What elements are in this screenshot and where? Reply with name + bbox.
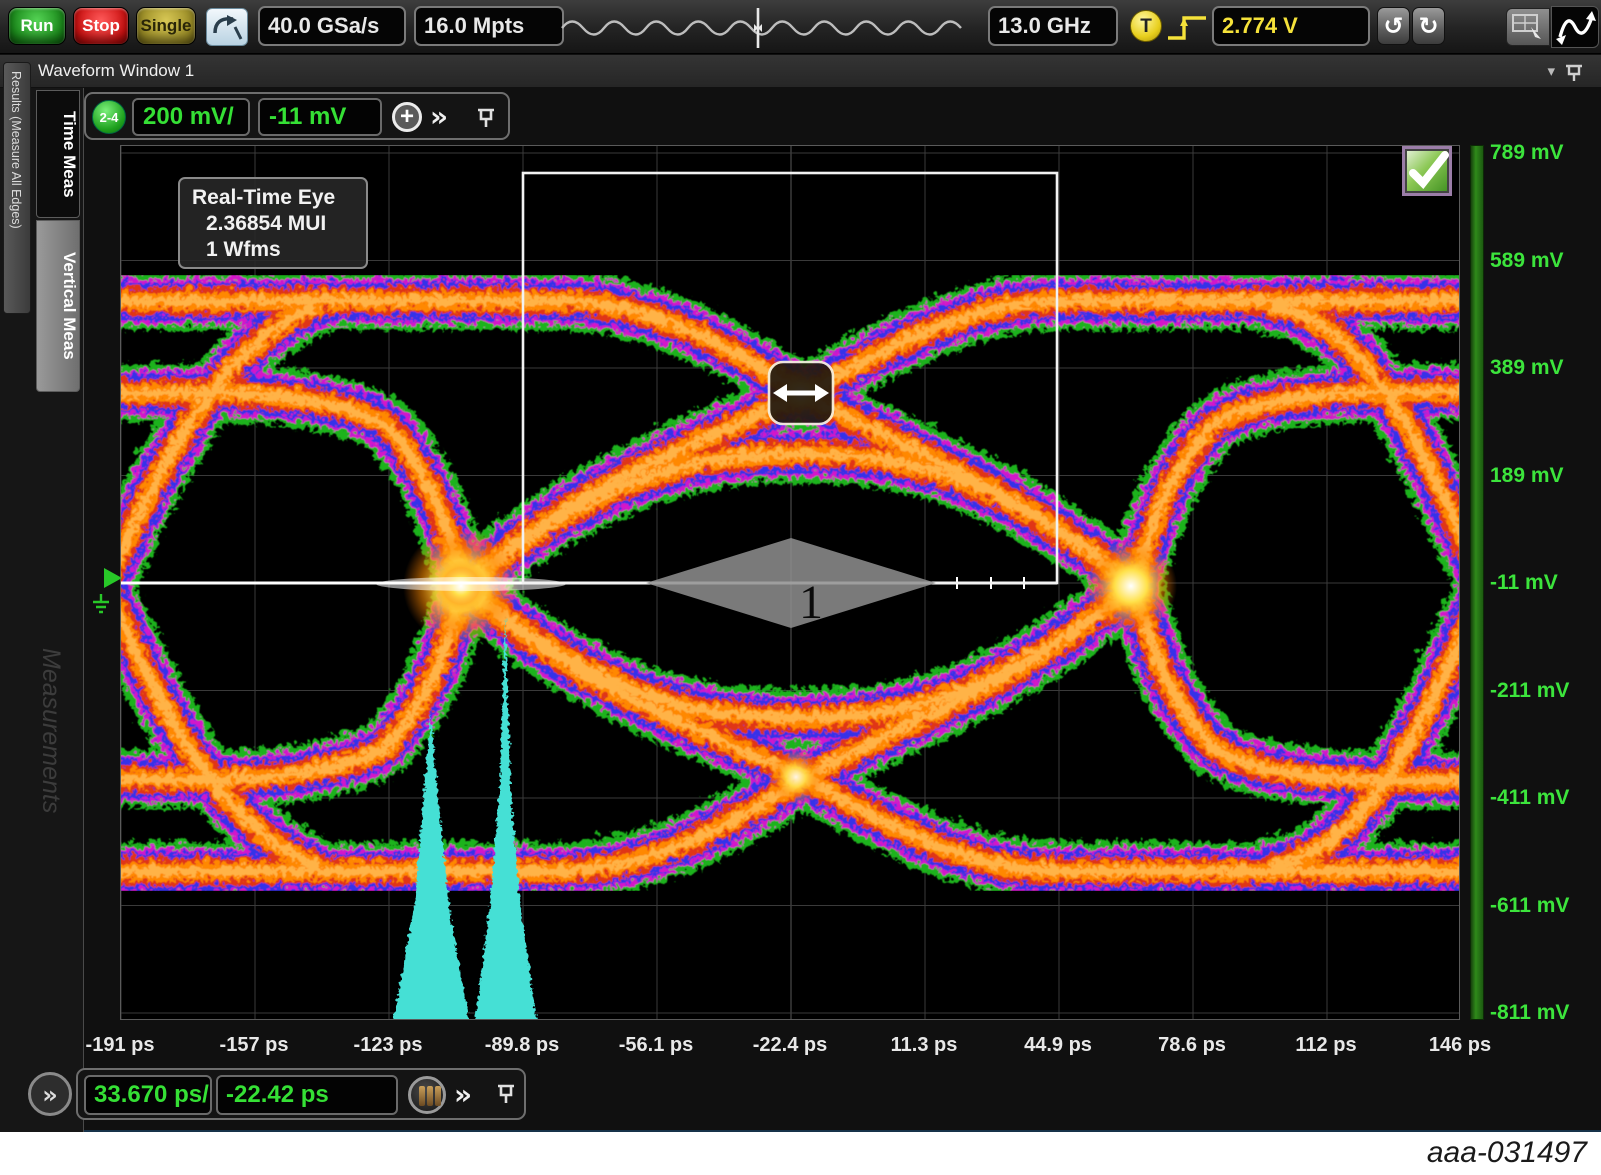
y-tick-label: 789 mV	[1490, 141, 1564, 165]
sample-rate-field[interactable]: 40.0 GSa/s	[258, 6, 406, 46]
ground-reference-icon	[88, 592, 114, 618]
eye-info-mui: 2.36854 MUI	[192, 211, 366, 237]
redo-button[interactable]: ↻	[1412, 7, 1445, 45]
horizontal-expand-button[interactable]: »	[28, 1072, 72, 1116]
y-tick-label: 189 mV	[1490, 464, 1564, 488]
x-tick-label: 78.6 ps	[1158, 1034, 1226, 1057]
horizontal-scale-group: 33.670 ps/ -22.42 ps »	[76, 1068, 526, 1120]
results-panel-tab[interactable]: Results (Measure All Edges)	[3, 62, 31, 314]
memory-depth-field[interactable]: 16.0 Mpts	[414, 6, 564, 46]
horizontal-chevron[interactable]: »	[454, 1078, 472, 1111]
add-scale-button[interactable]: +	[392, 102, 422, 132]
horizontal-knob-icon[interactable]	[408, 1076, 446, 1114]
timebase-scale-field[interactable]: 33.670 ps/	[84, 1075, 212, 1115]
x-tick-label: 112 ps	[1295, 1034, 1356, 1057]
tab-time-meas[interactable]: Time Meas	[36, 90, 80, 218]
marker-diamond[interactable]: 1	[646, 538, 936, 629]
measurements-watermark: Measurements	[36, 648, 65, 813]
undo-button[interactable]: ↺	[1377, 7, 1410, 45]
eye-diagram: 1	[121, 146, 1459, 1019]
vertical-scale-field[interactable]: 200 mV/	[132, 98, 250, 136]
channel-scale-group: 2-4 200 mV/ -11 mV + »	[84, 92, 510, 140]
y-tick-label: 589 mV	[1490, 249, 1564, 273]
oscilloscope-screen: Run Stop Single 40.0 GSa/s 16.0 Mpts 13.…	[0, 0, 1601, 1132]
y-tick-label: -811 mV	[1490, 1001, 1569, 1025]
tab-vertical-meas[interactable]: Vertical Meas	[36, 220, 80, 392]
touch-icon	[207, 9, 247, 45]
touch-toggle-button[interactable]	[206, 8, 248, 46]
trigger-badge[interactable]: T	[1130, 10, 1162, 42]
channel-badge[interactable]: 2-4	[92, 100, 126, 134]
figure-label: aaa-031497	[1427, 1136, 1587, 1170]
stop-button[interactable]: Stop	[73, 7, 129, 45]
x-tick-label: -191 ps	[86, 1034, 155, 1057]
display-checkbox[interactable]	[1402, 146, 1452, 196]
trigger-edge-icon	[1166, 12, 1210, 42]
svg-text:1: 1	[799, 576, 823, 629]
timebase-position-field[interactable]: -22.42 ps	[216, 1075, 398, 1115]
eye-info-title: Real-Time Eye	[192, 185, 366, 211]
results-panel-label: Results (Measure All Edges)	[9, 71, 23, 229]
waveform-plot[interactable]: 1	[120, 145, 1460, 1020]
x-axis-labels: -191 ps -157 ps -123 ps -89.8 ps -56.1 ps -22…	[0, 1034, 1601, 1064]
horizontal-delay-slider[interactable]	[560, 4, 980, 50]
x-tick-label: -22.4 ps	[753, 1034, 827, 1057]
horizontal-pin-icon[interactable]	[494, 1082, 518, 1106]
y-tick-label: -611 mV	[1490, 894, 1569, 918]
vertical-scale-bar[interactable]	[1470, 145, 1484, 1020]
scale-pin-icon[interactable]	[474, 106, 498, 130]
x-tick-label: 44.9 ps	[1024, 1034, 1092, 1057]
trigger-level-field[interactable]: 2.774 V	[1212, 6, 1370, 46]
x-tick-label: -89.8 ps	[485, 1034, 559, 1057]
eye-info-box: Real-Time Eye 2.36854 MUI 1 Wfms	[178, 177, 368, 269]
x-tick-label: 146 ps	[1429, 1034, 1491, 1057]
vertical-offset-field[interactable]: -11 mV	[258, 98, 382, 136]
y-tick-label: -11 mV	[1490, 571, 1558, 595]
single-button[interactable]: Single	[136, 7, 196, 45]
window-titlebar[interactable]: Waveform Window 1 ▾	[0, 55, 1601, 87]
horizontal-drag-handle[interactable]	[769, 362, 833, 424]
bandwidth-field[interactable]: 13.0 GHz	[988, 6, 1118, 46]
top-toolbar: Run Stop Single 40.0 GSa/s 16.0 Mpts 13.…	[0, 0, 1601, 54]
y-axis-labels: 789 mV 589 mV 389 mV 189 mV -11 mV -211 mV -41…	[1490, 0, 1600, 1132]
channel-level-marker[interactable]	[104, 568, 122, 588]
window-title: Waveform Window 1	[38, 61, 194, 81]
run-button[interactable]: Run	[8, 7, 66, 45]
x-tick-label: 11.3 ps	[891, 1034, 958, 1057]
check-icon	[1405, 149, 1449, 193]
y-tick-label: -411 mV	[1490, 786, 1569, 810]
x-tick-label: -123 ps	[354, 1034, 423, 1057]
y-tick-label: 389 mV	[1490, 356, 1564, 380]
expand-chevron[interactable]: »	[430, 100, 448, 133]
eye-info-wfms: 1 Wfms	[192, 237, 366, 263]
x-tick-label: -157 ps	[220, 1034, 289, 1057]
y-tick-label: -211 mV	[1490, 679, 1569, 703]
x-tick-label: -56.1 ps	[619, 1034, 693, 1057]
